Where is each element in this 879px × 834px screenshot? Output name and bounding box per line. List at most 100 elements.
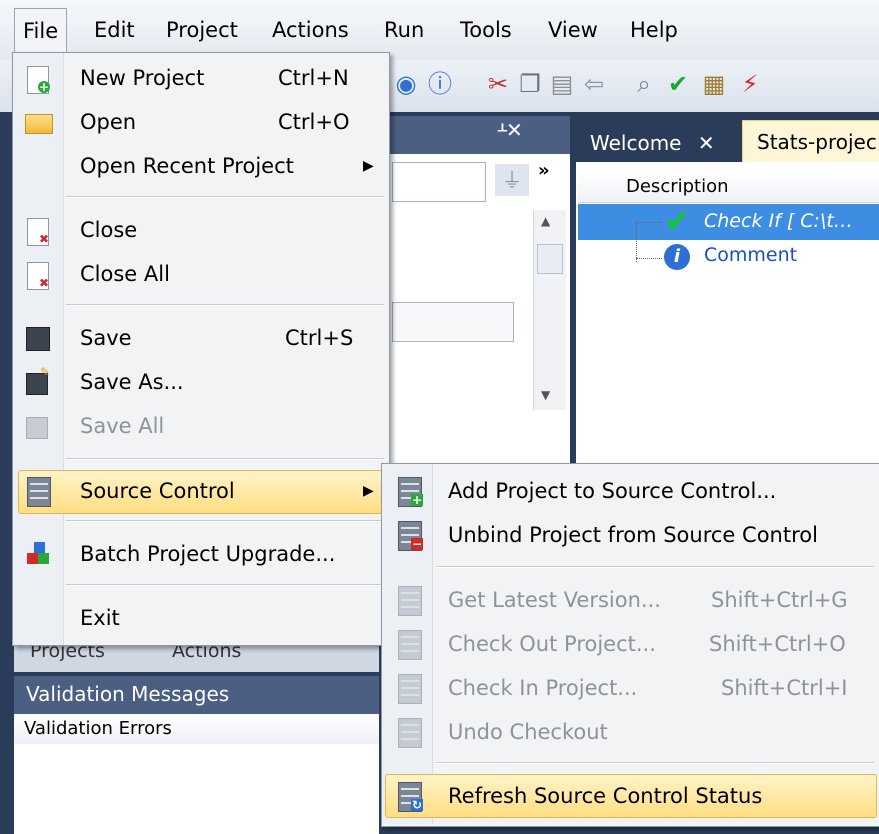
menu-item-label: Add Project to Source Control... [448, 479, 777, 503]
menu-item-unbind-project[interactable]: − Unbind Project from Source Control [382, 515, 878, 555]
refresh-badge-icon: ↻ [411, 798, 423, 812]
menu-item-save-all: Save All [13, 406, 387, 446]
menu-separator [66, 458, 384, 460]
scroll-down-icon[interactable]: ▼ [541, 388, 550, 402]
server-get-latest-icon [398, 586, 422, 616]
menu-item-close[interactable]: ✖ Close [13, 210, 387, 250]
validation-errors-label: Validation Errors [24, 718, 172, 739]
server-check-in-icon [398, 674, 422, 704]
submenu-arrow-icon: ▶ [363, 483, 374, 499]
source-control-icon [27, 477, 51, 507]
menu-item-get-latest-version: Get Latest Version... Shift+Ctrl+G [382, 580, 878, 620]
server-refresh-icon: ↻ [398, 782, 423, 812]
tree-connector [636, 222, 662, 223]
server-add-icon: + [398, 477, 423, 507]
menu-item-open-recent-project[interactable]: Open Recent Project ▶ [13, 146, 387, 186]
menu-item-label: Batch Project Upgrade... [80, 542, 336, 566]
menu-shortcut: Ctrl+S [285, 326, 354, 350]
menu-item-label: Close [80, 218, 138, 242]
menu-item-check-in-project: Check In Project... Shift+Ctrl+I [382, 668, 878, 708]
menu-file[interactable]: File [14, 8, 68, 52]
menu-item-exit[interactable]: Exit [13, 598, 387, 638]
tree-connector [636, 258, 662, 259]
menu-item-open[interactable]: Open Ctrl+O [13, 102, 387, 142]
validate-check-icon[interactable]: ✔ [664, 70, 692, 98]
menu-separator [436, 566, 874, 568]
menu-shortcut: Shift+Ctrl+O [709, 632, 846, 656]
server-undo-checkout-icon [398, 718, 422, 748]
property-field[interactable] [392, 302, 514, 342]
menu-item-label: Save All [80, 414, 165, 438]
menu-item-label: Close All [80, 262, 170, 286]
menu-help[interactable]: Help [622, 12, 686, 48]
menu-item-source-control[interactable]: Source Control ▶ [13, 471, 387, 511]
close-panel-icon[interactable]: ✕ [506, 118, 523, 142]
scroll-up-icon[interactable]: ▲ [541, 214, 550, 228]
info-icon: i [664, 244, 690, 270]
overflow-chevron-icon[interactable]: » [538, 160, 550, 181]
filter-icon[interactable]: ⏚ [495, 164, 529, 196]
red-x-badge-icon: ✖ [38, 232, 50, 246]
menu-separator [66, 304, 384, 306]
tab-stats-project[interactable]: Stats-projec [742, 120, 879, 163]
menu-item-label: Open Recent Project [80, 154, 294, 178]
validation-list [14, 744, 379, 834]
menu-item-new-project[interactable]: + New Project Ctrl+N [13, 58, 387, 98]
tree-row-comment[interactable]: Comment [704, 244, 797, 266]
menu-shortcut: Ctrl+O [278, 110, 350, 134]
validation-panel-title: Validation Messages [26, 682, 230, 706]
menu-item-label: Check Out Project... [448, 632, 656, 656]
menu-item-label: Save As... [80, 370, 184, 394]
close-tab-icon[interactable]: ✕ [698, 131, 715, 155]
menu-item-close-all[interactable]: ✖ Close All [13, 254, 387, 294]
menu-item-add-to-source-control[interactable]: + Add Project to Source Control... [382, 471, 878, 511]
properties-icon[interactable]: ▦ [700, 70, 728, 98]
plus-badge-icon: + [38, 80, 50, 94]
menu-edit[interactable]: Edit [86, 12, 143, 48]
server-remove-icon: − [398, 521, 423, 551]
menu-item-label: Undo Checkout [448, 720, 608, 744]
menu-item-undo-checkout: Undo Checkout [382, 712, 878, 752]
menu-tools[interactable]: Tools [452, 12, 520, 48]
filter-input[interactable] [392, 162, 486, 202]
folder-open-icon [25, 114, 53, 134]
menu-separator [436, 762, 874, 764]
find-icon[interactable]: ⌕ [630, 70, 658, 98]
tab-welcome[interactable]: Welcome ✕ [584, 124, 721, 162]
menu-run[interactable]: Run [376, 12, 432, 48]
menu-item-batch-project-upgrade[interactable]: Batch Project Upgrade... [13, 534, 387, 574]
check-icon: ✔ [664, 202, 691, 240]
info-icon[interactable]: ⓘ [426, 70, 454, 98]
help-icon[interactable]: ◉ [392, 70, 420, 98]
menu-item-check-out-project: Check Out Project... Shift+Ctrl+O [382, 624, 878, 664]
batch-upgrade-icon [25, 542, 53, 568]
menu-item-refresh-source-control-status[interactable]: ↻ Refresh Source Control Status [382, 776, 878, 816]
menu-view[interactable]: View [540, 12, 606, 48]
menu-project[interactable]: Project [158, 12, 246, 48]
menu-actions[interactable]: Actions [264, 12, 357, 48]
menu-separator [66, 584, 384, 586]
menu-item-save-as[interactable]: ✎ Save As... [13, 362, 387, 402]
plus-badge-icon: + [411, 493, 423, 507]
run-icon[interactable]: ⚡ [736, 70, 764, 98]
menu-separator [66, 520, 384, 522]
menu-item-label: Open [80, 110, 137, 134]
scrollbar[interactable] [533, 210, 566, 410]
copy-icon[interactable]: ❐ [516, 70, 544, 98]
save-all-icon [26, 417, 48, 439]
menu-item-label: Refresh Source Control Status [448, 784, 763, 808]
tab-welcome-label: Welcome [590, 131, 682, 155]
menu-item-save[interactable]: Save Ctrl+S [13, 318, 387, 358]
menu-item-label: New Project [80, 66, 205, 90]
paste-icon[interactable]: ▤ [548, 70, 576, 98]
menu-item-label: Source Control [80, 479, 235, 503]
red-x-badge-icon: ✖ [38, 276, 50, 290]
menu-separator [66, 196, 384, 198]
tree-row-label: Check If [ C:\t… [704, 210, 853, 232]
save-as-icon: ✎ [26, 366, 50, 395]
description-header-label: Description [626, 176, 729, 197]
cut-icon[interactable]: ✂ [484, 70, 512, 98]
undo-icon[interactable]: ⇦ [580, 70, 608, 98]
tree-connector [636, 222, 637, 262]
scroll-thumb[interactable] [537, 244, 563, 274]
